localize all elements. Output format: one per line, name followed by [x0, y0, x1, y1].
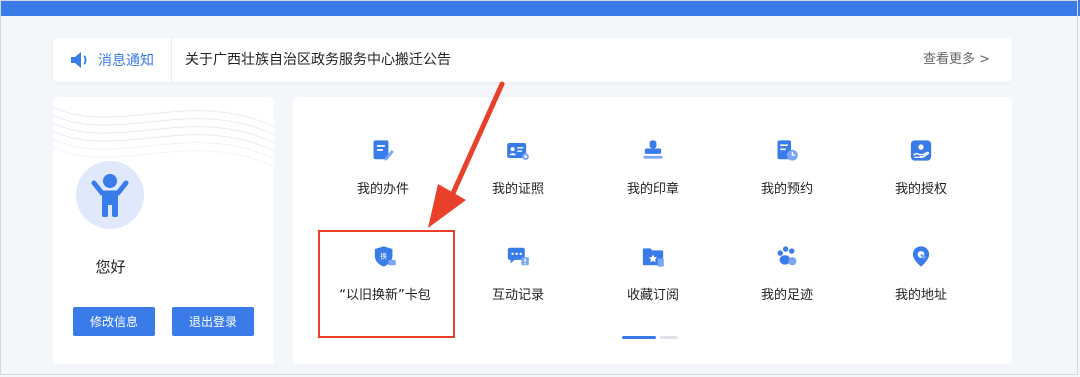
screenshot-frame: [0, 0, 1078, 375]
